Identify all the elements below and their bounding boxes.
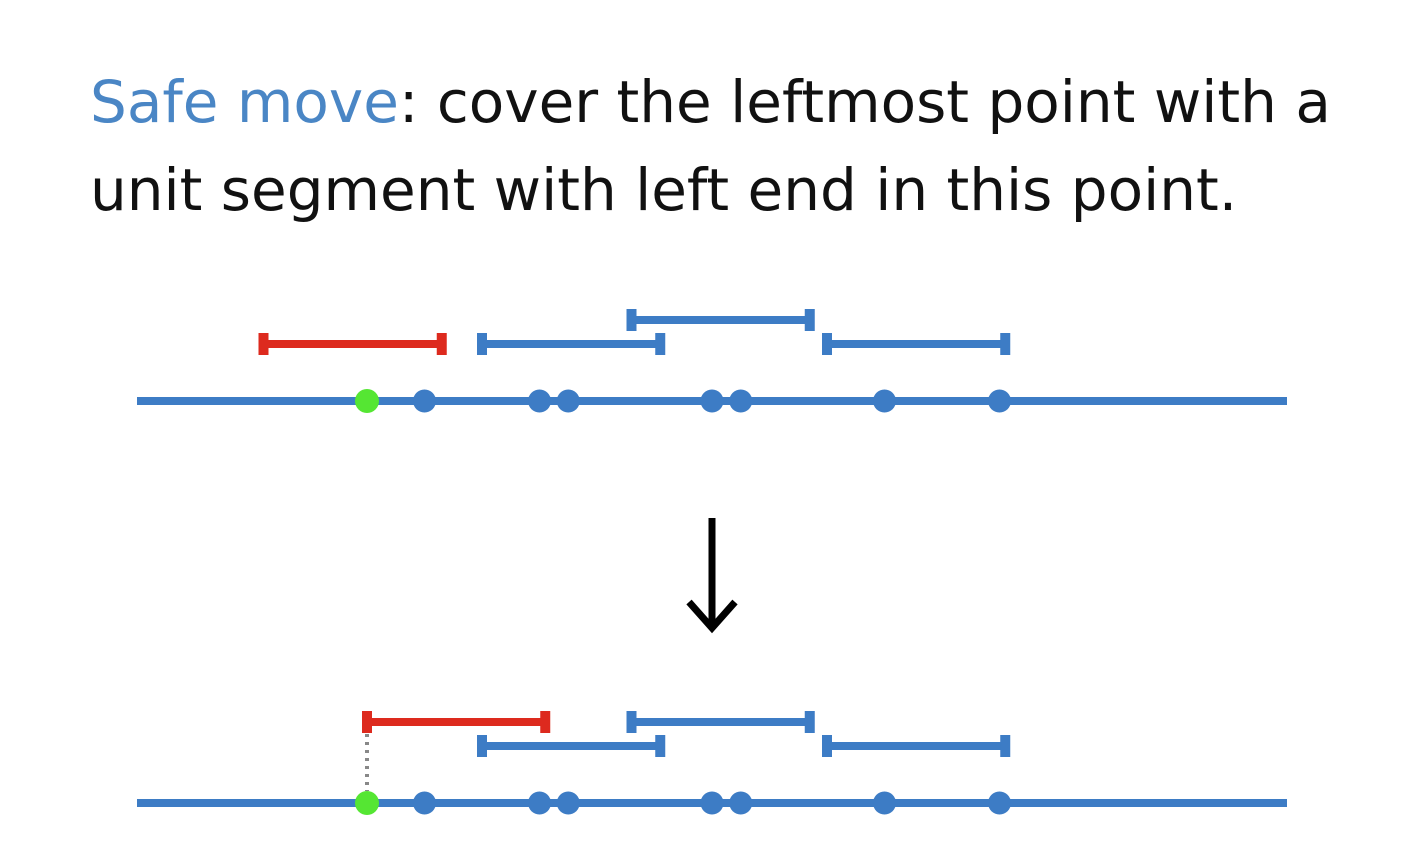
segment-cover-diagram	[137, 309, 1287, 815]
point	[556, 791, 580, 815]
blue-segment	[822, 333, 1011, 355]
point	[413, 791, 436, 815]
point	[988, 791, 1011, 815]
segment-left-end	[626, 309, 637, 331]
point	[988, 389, 1011, 413]
point	[729, 389, 753, 413]
point	[528, 791, 551, 815]
leftmost-point	[355, 791, 379, 815]
segment-right-end	[655, 735, 666, 757]
segment-left-end	[477, 735, 487, 757]
segment-left-end	[362, 711, 372, 733]
segment-left-end	[822, 735, 832, 757]
segment-right-end	[804, 711, 815, 733]
segment-left-end	[258, 333, 269, 355]
point	[873, 791, 896, 815]
blue-segment	[477, 333, 666, 355]
diagram-before	[137, 309, 1287, 413]
segment-right-end	[436, 333, 447, 355]
segment-right-end	[804, 309, 815, 331]
segment-left-end	[477, 333, 487, 355]
segment-right-end	[540, 711, 551, 733]
segment-right-end	[1000, 735, 1011, 757]
segment-right-end	[1000, 333, 1011, 355]
segment-right-end	[655, 333, 666, 355]
blue-segment	[626, 309, 815, 331]
point	[528, 389, 551, 413]
blue-segment	[822, 735, 1011, 757]
point	[556, 389, 580, 413]
segment-left-end	[626, 711, 637, 733]
red-segment	[362, 711, 551, 733]
blue-segment	[626, 711, 815, 733]
point	[413, 389, 436, 413]
point	[700, 389, 724, 413]
down-arrow-icon	[686, 518, 738, 634]
red-segment	[258, 333, 447, 355]
diagram-after	[137, 711, 1287, 815]
point	[729, 791, 753, 815]
point	[873, 389, 896, 413]
segment-left-end	[822, 333, 832, 355]
leftmost-point	[355, 389, 379, 413]
point	[700, 791, 724, 815]
blue-segment	[477, 735, 666, 757]
